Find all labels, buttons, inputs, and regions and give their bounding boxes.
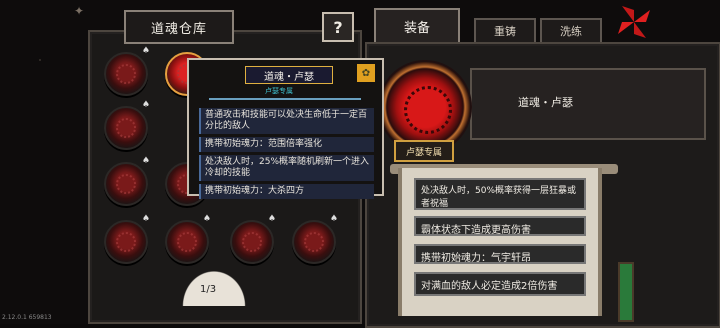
star-icon: ♠ [329, 214, 338, 224]
bamboo-scroll-handle[interactable] [618, 262, 634, 322]
soul-orb-slot[interactable]: ♠ [165, 214, 211, 264]
star-icon: ♠ [202, 214, 211, 224]
star-icon: ♠ [141, 156, 150, 166]
storage-title-text: 道魂仓库 [150, 21, 207, 37]
scroll-attribute-item: 霸体状态下造成更高伤害 [414, 216, 586, 236]
tab-label: 重铸 [494, 25, 516, 38]
help-button[interactable]: ? [322, 12, 354, 42]
soul-tooltip: 道魂・卢瑟 ✿ 卢瑟专属 普通攻击和技能可以处决生命低于一定百分比的敌人 携带初… [187, 58, 384, 199]
flower-badge-icon: ✿ [357, 64, 375, 82]
tab-reforge[interactable]: 重铸 [474, 18, 536, 44]
owner-badge-text: 卢瑟专属 [405, 147, 442, 158]
tooltip-title: 道魂・卢瑟 [264, 71, 314, 83]
scroll-attribute-item: 处决敌人时，50%概率获得一层狂暴或者祝福 [414, 178, 586, 210]
tooltip-divider [209, 98, 361, 100]
soul-orb-slot[interactable]: ♠ [104, 214, 150, 264]
help-icon: ? [333, 17, 343, 37]
tooltip-effect-item: 携带初始魂力：范围倍率强化 [199, 137, 374, 152]
tab-equip[interactable]: 装备 [374, 8, 460, 44]
corner-ornament: ✦ [74, 4, 85, 18]
star-icon: ♠ [141, 214, 150, 224]
tooltip-effect-item: 携带初始魂力：大杀四方 [199, 184, 374, 199]
tooltip-title-frame: 道魂・卢瑟 [245, 66, 333, 84]
soul-orb-slot[interactable]: ♠ [104, 100, 150, 150]
version-label: 2.12.0.1 659813 [2, 314, 52, 321]
tab-label: 装备 [403, 20, 430, 36]
soul-orb-slot[interactable]: ♠ [104, 156, 150, 206]
equip-info-box [470, 68, 706, 140]
scroll-attribute-item: 携带初始魂力：气宇轩昂 [414, 244, 586, 264]
soul-orb-slot[interactable]: ♠ [230, 214, 276, 264]
page-number: 1/3 [200, 284, 217, 295]
soul-sigil-icon [404, 86, 452, 134]
pinwheel-icon [618, 6, 650, 38]
star-icon: ♠ [141, 100, 150, 110]
soul-orb-slot[interactable]: ♠ [292, 214, 338, 264]
soul-orb-slot[interactable]: ♠ [104, 46, 150, 96]
tab-refine[interactable]: 洗练 [540, 18, 602, 44]
scroll-attribute-item: 对满血的敌人必定造成2倍伤害 [414, 272, 586, 296]
storage-title: 道魂仓库 [124, 10, 234, 44]
tooltip-effect-item: 普通攻击和技能可以处决生命低于一定百分比的敌人 [199, 108, 374, 134]
tooltip-subtitle: 卢瑟专属 [265, 87, 293, 95]
owner-badge: 卢瑟专属 [394, 140, 454, 162]
equip-name: 道魂・卢瑟 [518, 96, 573, 109]
star-icon: ♠ [141, 46, 150, 56]
tooltip-effect-item: 处决敌人时，25%概率随机刷新一个进入冷却的技能 [199, 155, 374, 181]
star-icon: ♠ [267, 214, 276, 224]
tab-label: 洗练 [560, 25, 582, 38]
tooltip-effect-list: 普通攻击和技能可以处决生命低于一定百分比的敌人 携带初始魂力：范围倍率强化 处决… [199, 108, 374, 202]
